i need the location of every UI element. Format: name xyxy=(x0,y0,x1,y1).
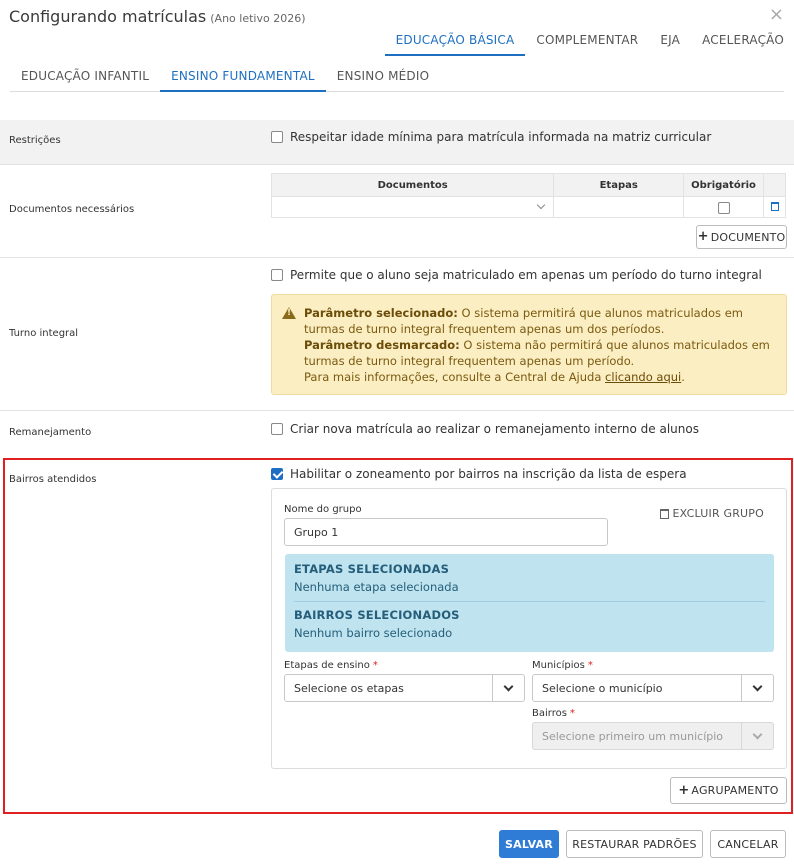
col-etapas: Etapas xyxy=(553,173,685,197)
add-documento-button[interactable]: + DOCUMENTO xyxy=(696,225,787,249)
trash-icon[interactable] xyxy=(770,201,779,211)
restricoes-row: Restrições Respeitar idade mínima para m… xyxy=(0,120,794,165)
turno-integral-warning: Parâmetro selecionado: O sistema permiti… xyxy=(271,294,787,395)
etapas-ensino-label: Etapas de ensino * xyxy=(284,660,378,671)
add-agrupamento-label: AGRUPAMENTO xyxy=(691,784,779,797)
dialog-title-text: Configurando matrículas xyxy=(9,7,207,26)
documentos-label: Documentos necessários xyxy=(9,204,135,215)
cancel-button[interactable]: CANCELAR xyxy=(710,830,786,858)
warning-help-text: Para mais informações, consulte a Centra… xyxy=(304,370,606,384)
etapas-ensino-select[interactable]: Selecione os etapas xyxy=(284,674,525,702)
warning-unselected-title: Parâmetro desmarcado: xyxy=(304,338,460,352)
remanejamento-checkbox[interactable] xyxy=(271,423,283,435)
remanejamento-row: Remanejamento Criar nova matrícula ao re… xyxy=(0,411,794,454)
restricoes-checkbox-label: Respeitar idade mínima para matrícula in… xyxy=(290,130,712,144)
help-link[interactable]: clicando aqui xyxy=(605,370,681,384)
remanejamento-checkbox-label: Criar nova matrícula ao realizar o reman… xyxy=(290,422,699,436)
sub-tabs: EDUCAÇÃO INFANTIL ENSINO FUNDAMENTAL ENS… xyxy=(10,62,784,92)
tab-eja[interactable]: EJA xyxy=(649,28,691,56)
restore-defaults-button[interactable]: RESTAURAR PADRÕES xyxy=(566,830,703,858)
chevron-down-icon xyxy=(503,681,514,691)
tab-educacao-basica[interactable]: EDUCAÇÃO BÁSICA xyxy=(384,28,526,56)
chevron-down-icon xyxy=(752,681,763,691)
tab-educacao-infantil[interactable]: EDUCAÇÃO INFANTIL xyxy=(10,62,160,92)
etapas-selecionadas-text: Nenhuma etapa selecionada xyxy=(294,580,459,594)
restricoes-label: Restrições xyxy=(9,135,61,146)
documentos-table: Documentos Etapas Obrigatório xyxy=(270,173,786,218)
save-button[interactable]: SALVAR xyxy=(499,830,559,858)
warning-selected-title: Parâmetro selecionado: xyxy=(304,306,458,320)
tab-ensino-medio[interactable]: ENSINO MÉDIO xyxy=(326,62,441,92)
trash-icon xyxy=(659,508,669,519)
etapas-selecionadas-title: ETAPAS SELECIONADAS xyxy=(294,562,450,576)
col-obrigatorio: Obrigatório xyxy=(683,173,765,197)
bairros-option[interactable]: Habilitar o zoneamento por bairros na in… xyxy=(271,467,687,481)
bairros-checkbox-label: Habilitar o zoneamento por bairros na in… xyxy=(290,467,687,481)
municipios-label: Municípios * xyxy=(532,660,593,671)
bairros-field-label: Bairros * xyxy=(532,708,575,719)
excluir-grupo-button[interactable]: EXCLUIR GRUPO xyxy=(659,507,765,520)
tab-ensino-fundamental[interactable]: ENSINO FUNDAMENTAL xyxy=(160,62,326,92)
table-row xyxy=(270,196,786,218)
turno-integral-checkbox[interactable] xyxy=(271,269,283,281)
tab-complementar[interactable]: COMPLEMENTAR xyxy=(525,28,649,56)
plus-icon: + xyxy=(697,229,709,244)
restricoes-option[interactable]: Respeitar idade mínima para matrícula in… xyxy=(271,130,711,144)
nome-grupo-label: Nome do grupo xyxy=(284,504,362,515)
chevron-down-icon xyxy=(752,729,763,739)
dialog-subtitle: (Ano letivo 2026) xyxy=(210,12,306,25)
remanejamento-label: Remanejamento xyxy=(9,427,92,438)
bairros-selecionados-title: BAIRROS SELECIONADOS xyxy=(294,608,460,622)
bairros-label: Bairros atendidos xyxy=(9,474,97,485)
close-icon[interactable]: × xyxy=(769,6,784,24)
dialog-title: Configurando matrículas (Ano letivo 2026) xyxy=(9,7,305,26)
add-agrupamento-button[interactable]: + AGRUPAMENTO xyxy=(670,777,787,804)
warning-icon xyxy=(282,307,296,319)
restricoes-checkbox[interactable] xyxy=(271,131,283,143)
turno-integral-option[interactable]: Permite que o aluno seja matriculado em … xyxy=(271,268,762,282)
chevron-down-icon xyxy=(537,200,546,210)
nome-grupo-input[interactable]: Grupo 1 xyxy=(284,518,608,546)
add-documento-label: DOCUMENTO xyxy=(710,230,786,244)
grupo-card: Nome do grupo Grupo 1 EXCLUIR GRUPO ETAP… xyxy=(271,488,787,769)
turno-integral-label: Turno integral xyxy=(9,328,79,339)
municipios-select[interactable]: Selecione o município xyxy=(532,674,774,702)
divider xyxy=(294,601,765,602)
etapas-cell[interactable] xyxy=(553,196,685,218)
turno-integral-checkbox-label: Permite que o aluno seja matriculado em … xyxy=(290,268,762,282)
excluir-grupo-label: EXCLUIR GRUPO xyxy=(672,507,764,520)
tab-aceleracao[interactable]: ACELERAÇÃO xyxy=(691,28,784,56)
documento-select[interactable] xyxy=(270,196,555,218)
plus-icon: + xyxy=(678,782,690,798)
selection-summary: ETAPAS SELECIONADAS Nenhuma etapa seleci… xyxy=(285,554,774,652)
bairros-selecionados-text: Nenhum bairro selecionado xyxy=(294,626,453,640)
bairros-select[interactable]: Selecione primeiro um município xyxy=(532,722,774,750)
top-tabs: EDUCAÇÃO BÁSICA COMPLEMENTAR EJA ACELERA… xyxy=(384,28,784,56)
obrigatorio-checkbox[interactable] xyxy=(717,201,730,214)
bairros-checkbox[interactable] xyxy=(271,468,283,480)
remanejamento-option[interactable]: Criar nova matrícula ao realizar o reman… xyxy=(271,422,699,436)
col-documentos: Documentos xyxy=(270,173,555,197)
